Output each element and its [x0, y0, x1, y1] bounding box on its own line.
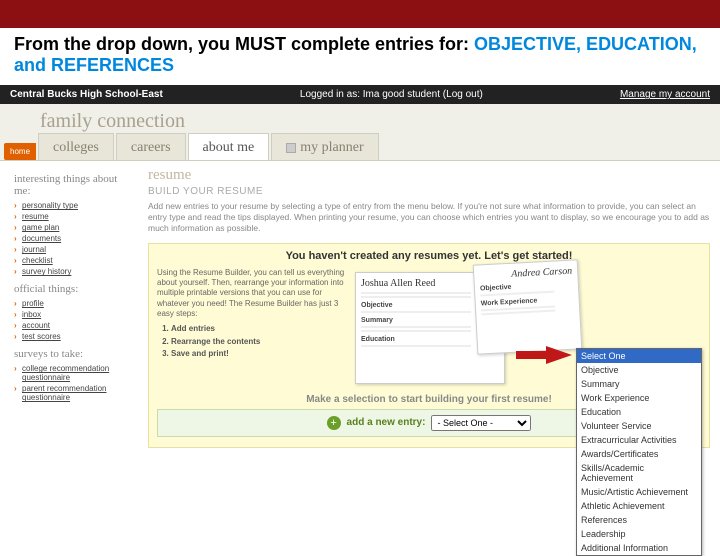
sidebar-item-parent-recommendation-questionnaire[interactable]: parent recommendation questionnaire: [14, 383, 132, 403]
dropdown-option-awards-certificates[interactable]: Awards/Certificates: [577, 447, 701, 461]
dropdown-option-skills-academic-achievement[interactable]: Skills/Academic Achievement: [577, 461, 701, 485]
logged-in-text[interactable]: Logged in as: Ima good student (Log out): [300, 89, 483, 100]
sidebar-item-checklist[interactable]: checklist: [14, 255, 132, 266]
sidebar-item-inbox[interactable]: inbox: [14, 309, 132, 320]
fc-title: family connection: [40, 110, 185, 132]
dropdown-option-extracurricular-activities[interactable]: Extracurricular Activities: [577, 433, 701, 447]
tab-colleges[interactable]: colleges: [38, 133, 114, 160]
sidebar-section-heading: interesting things about me:: [14, 173, 132, 197]
tab-careers[interactable]: careers: [116, 133, 186, 160]
sidebar-item-survey-history[interactable]: survey history: [14, 266, 132, 277]
dropdown-option-select-one[interactable]: Select One: [577, 349, 701, 363]
sidebar-section-heading: surveys to take:: [14, 348, 132, 360]
left-sidebar: interesting things about me: personality …: [14, 167, 132, 447]
callout-arrow-icon: [546, 346, 572, 364]
app-top-bar: Central Bucks High School-East Logged in…: [0, 85, 720, 104]
sample2-sec-work: Work Experience: [481, 295, 574, 307]
sample-resume-2: Andrea Carson Objective Work Experience: [473, 259, 583, 354]
dropdown-option-additional-information[interactable]: Additional Information: [577, 541, 701, 555]
manage-account-link[interactable]: Manage my account: [620, 89, 710, 100]
sample2-sec-objective: Objective: [480, 280, 573, 292]
instruction-prefix: From the drop down, you MUST complete en…: [14, 34, 474, 54]
sidebar-item-journal[interactable]: journal: [14, 244, 132, 255]
sidebar-section-heading: official things:: [14, 283, 132, 295]
builder-step: Rearrange the contents: [171, 337, 347, 347]
builder-text: Using the Resume Builder, you can tell u…: [157, 268, 347, 388]
page-title: resume: [148, 167, 710, 184]
dropdown-option-music-artistic-achievement[interactable]: Music/Artistic Achievement: [577, 485, 701, 499]
builder-step: Add entries: [171, 324, 347, 334]
sidebar-item-test-scores[interactable]: test scores: [14, 331, 132, 342]
dropdown-option-leadership[interactable]: Leadership: [577, 527, 701, 541]
dropdown-option-summary[interactable]: Summary: [577, 377, 701, 391]
tab-label: colleges: [53, 140, 99, 155]
sidebar-item-college-recommendation-questionnaire[interactable]: college recommendation questionnaire: [14, 363, 132, 383]
build-description: Add new entries to your resume by select…: [148, 201, 710, 234]
tab-label: my planner: [300, 140, 363, 155]
school-name: Central Bucks High School-East: [10, 89, 163, 100]
entry-type-select[interactable]: - Select One -: [431, 415, 531, 431]
sample2-name: Andrea Carson: [479, 265, 572, 281]
plus-icon: +: [327, 416, 341, 430]
add-entry-label: add a new entry:: [347, 417, 426, 428]
sidebar-item-account[interactable]: account: [14, 320, 132, 331]
family-connection-header: family connection: [0, 104, 720, 133]
home-tab[interactable]: home: [4, 143, 36, 160]
builder-steps-list: Add entries Rearrange the contents Save an…: [171, 324, 347, 359]
tab-label: about me: [203, 140, 255, 155]
main-tab-row: home colleges careers about me my planner: [0, 133, 720, 161]
dropdown-option-objective[interactable]: Objective: [577, 363, 701, 377]
entry-type-dropdown-open[interactable]: Select OneObjectiveSummaryWork Experienc…: [576, 348, 702, 556]
dropdown-option-volunteer-service[interactable]: Volunteer Service: [577, 419, 701, 433]
tab-label: careers: [131, 140, 171, 155]
sidebar-item-documents[interactable]: documents: [14, 233, 132, 244]
tab-my-planner[interactable]: my planner: [271, 133, 378, 160]
dropdown-option-education[interactable]: Education: [577, 405, 701, 419]
planner-icon: [286, 143, 296, 153]
build-subhead: BUILD YOUR RESUME: [148, 186, 710, 197]
dropdown-option-references[interactable]: References: [577, 513, 701, 527]
get-started-heading: You haven't created any resumes yet. Let…: [157, 250, 701, 262]
builder-intro: Using the Resume Builder, you can tell u…: [157, 268, 344, 319]
sidebar-item-personality-type[interactable]: personality type: [14, 200, 132, 211]
instruction-text: From the drop down, you MUST complete en…: [0, 28, 720, 85]
tab-about-me[interactable]: about me: [188, 133, 270, 160]
dropdown-option-athletic-achievement[interactable]: Athletic Achievement: [577, 499, 701, 513]
builder-step: Save and print!: [171, 349, 347, 359]
sidebar-item-resume[interactable]: resume: [14, 211, 132, 222]
sidebar-item-profile[interactable]: profile: [14, 298, 132, 309]
sidebar-item-game-plan[interactable]: game plan: [14, 222, 132, 233]
slide-red-header-bar: [0, 0, 720, 28]
dropdown-option-work-experience[interactable]: Work Experience: [577, 391, 701, 405]
